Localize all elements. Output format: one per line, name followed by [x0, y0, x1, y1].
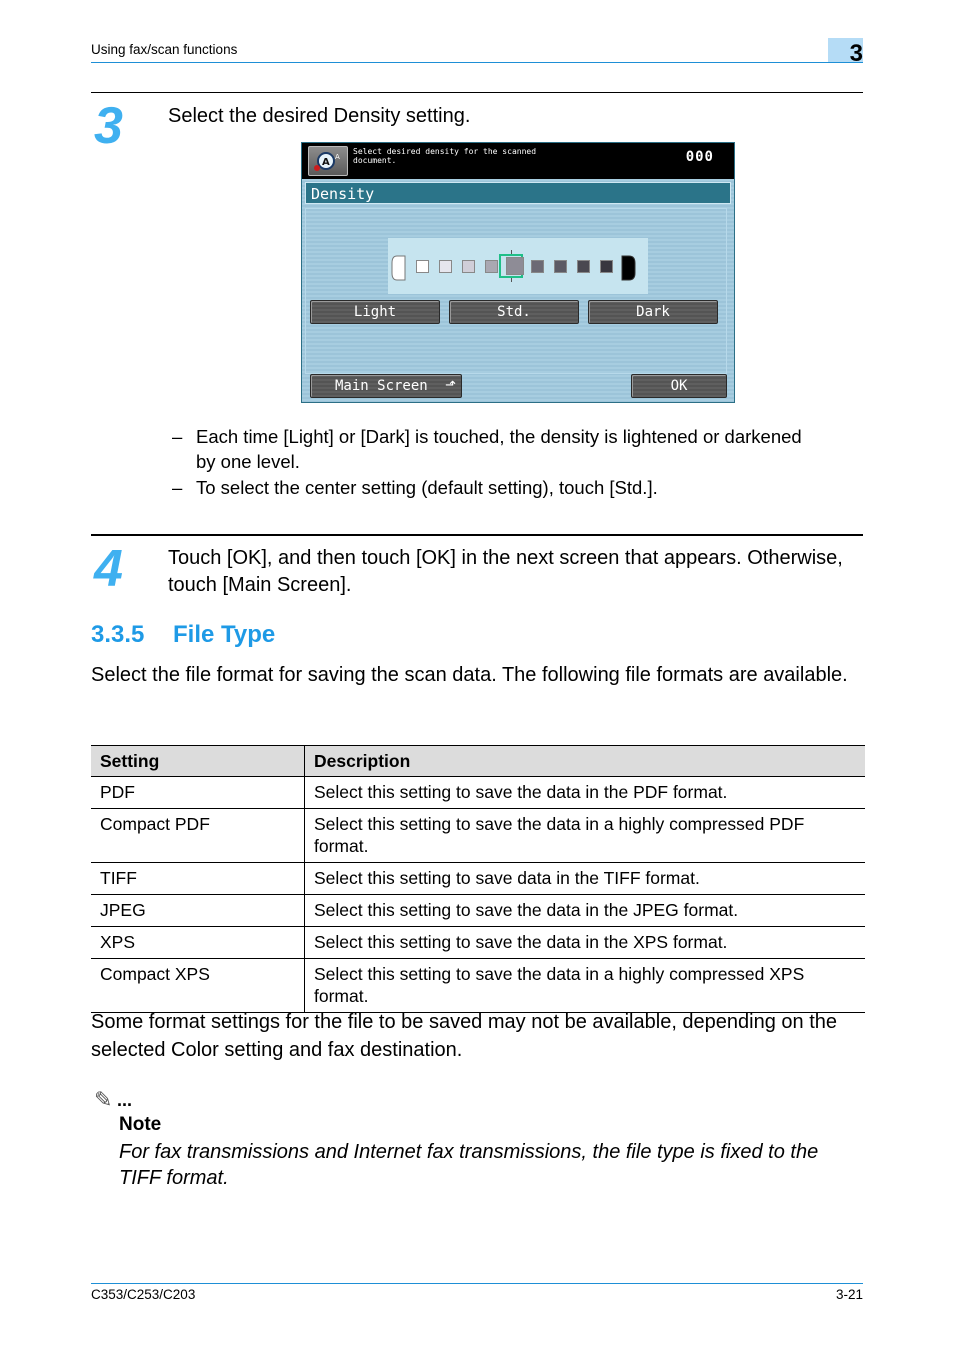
running-header: Using fax/scan functions [91, 42, 238, 57]
setting-cell: PDF [91, 776, 305, 809]
pencil-icon: ✎ [94, 1087, 113, 1112]
screen-message-bar: A A Select desired density for the scann… [302, 143, 734, 179]
density-mode-icon[interactable]: A A [308, 146, 348, 176]
description-cell: Select this setting to save the data in … [304, 808, 865, 863]
panel-title: Density [311, 185, 375, 203]
section-intro: Select the file format for saving the sc… [91, 664, 848, 686]
copy-counter: 000 [685, 149, 714, 165]
light-end-icon [391, 255, 406, 281]
header-divider [91, 62, 863, 63]
screen-body: Density Light Std. Dark Main Screen ⬏ OK [302, 179, 734, 402]
step-number: 3 [94, 97, 123, 155]
density-level[interactable] [554, 260, 567, 273]
description-cell: Select this setting to save the data in … [304, 776, 865, 809]
table-row: XPS Select this setting to save the data … [91, 926, 865, 959]
density-level[interactable] [485, 260, 498, 273]
main-screen-button[interactable]: Main Screen ⬏ [310, 374, 462, 398]
table-row: PDF Select this setting to save the data … [91, 776, 865, 809]
bullet-text: To select the center setting (default se… [196, 477, 658, 498]
bullet-dash: – [172, 477, 183, 498]
density-level-selected[interactable] [506, 257, 524, 275]
svg-text:A: A [322, 157, 330, 168]
svg-text:A: A [335, 153, 340, 161]
selection-tick-bottom [511, 278, 512, 282]
availability-note: Some format settings for the file to be … [91, 1011, 838, 1061]
step-instruction: Select the desired Density setting. [168, 105, 471, 127]
std-button[interactable]: Std. [449, 300, 579, 324]
column-header-description: Description [304, 745, 865, 777]
step-divider [91, 534, 863, 536]
table-row: Compact XPS Select this setting to save t… [91, 958, 865, 1013]
step-divider [91, 92, 863, 93]
note-body: For fax transmissions and Internet fax t… [119, 1141, 819, 1189]
footer-model: C353/C253/C203 [91, 1287, 196, 1302]
footer-divider [91, 1283, 863, 1284]
setting-cell: XPS [91, 926, 305, 959]
note-ellipsis: ... [117, 1090, 133, 1110]
table-row: Compact PDF Select this setting to save t… [91, 808, 865, 863]
setting-cell: TIFF [91, 862, 305, 895]
column-header-setting: Setting [91, 745, 305, 777]
table-row: JPEG Select this setting to save the data… [91, 894, 865, 927]
note-title: Note [119, 1114, 162, 1135]
density-screen: A A Select desired density for the scann… [301, 142, 735, 403]
setting-cell: Compact PDF [91, 808, 305, 863]
density-scale [388, 238, 648, 294]
density-level[interactable] [439, 260, 452, 273]
section-title: File Type [173, 621, 276, 648]
dark-button[interactable]: Dark [588, 300, 718, 324]
description-cell: Select this setting to save the data in … [304, 894, 865, 927]
description-cell: Select this setting to save the data in … [304, 926, 865, 959]
density-level[interactable] [531, 260, 544, 273]
step-number: 4 [94, 540, 123, 598]
density-level[interactable] [462, 260, 475, 273]
section-number: 3.3.5 [91, 621, 145, 648]
bullet-text: Each time [Light] or [Dark] is touched, … [196, 426, 802, 472]
description-cell: Select this setting to save data in the … [304, 862, 865, 895]
dark-end-icon [621, 255, 636, 281]
description-cell: Select this setting to save the data in … [304, 958, 865, 1013]
density-level[interactable] [416, 260, 429, 273]
footer-page-number: 3-21 [835, 1287, 863, 1302]
main-screen-label: Main Screen [335, 378, 428, 394]
chapter-number: 3 [849, 40, 863, 67]
setting-cell: Compact XPS [91, 958, 305, 1013]
screen-message: Select desired density for the scanned d… [353, 147, 537, 165]
density-level[interactable] [577, 260, 590, 273]
light-button[interactable]: Light [310, 300, 440, 324]
ok-button[interactable]: OK [631, 374, 727, 398]
table-row: TIFF Select this setting to save data in … [91, 862, 865, 895]
step-instruction: Touch [OK], and then touch [OK] in the n… [168, 547, 843, 596]
density-level[interactable] [600, 260, 613, 273]
panel-title-bar: Density [305, 182, 731, 204]
file-type-table: Setting Description PDF Select this setti… [91, 745, 865, 1013]
section-heading: 3.3.5 File Type [91, 621, 275, 649]
bullet-dash: – [172, 426, 183, 447]
table-header-row: Setting Description [91, 745, 865, 777]
setting-cell: JPEG [91, 894, 305, 927]
return-arrow-icon: ⬏ [445, 378, 456, 393]
